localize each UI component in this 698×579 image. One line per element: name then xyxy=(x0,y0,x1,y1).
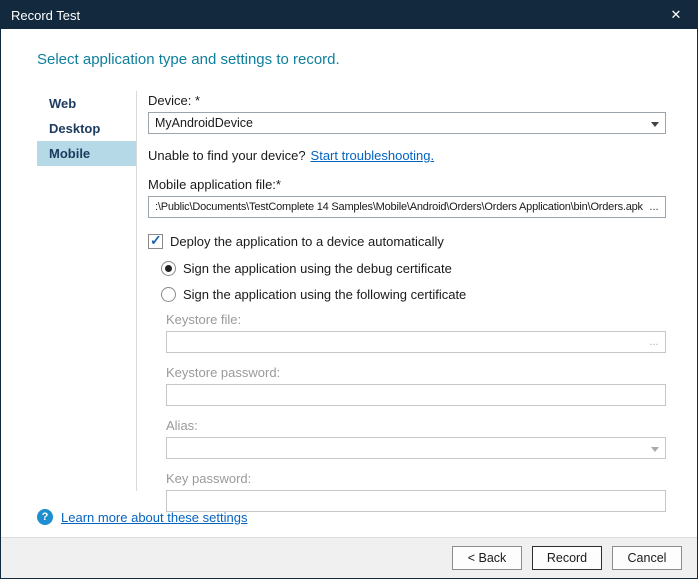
footer-help: ? Learn more about these settings xyxy=(37,509,247,525)
debug-certificate-row: Sign the application using the debug cer… xyxy=(161,261,666,276)
radio-debug-certificate[interactable] xyxy=(161,261,176,276)
help-icon: ? xyxy=(37,509,53,525)
troubleshooting-link[interactable]: Start troubleshooting. xyxy=(311,148,435,163)
radio-following-label: Sign the application using the following… xyxy=(183,287,466,302)
record-test-dialog: Record Test ✕ Select application type an… xyxy=(0,0,698,579)
keystore-password-label: Keystore password: xyxy=(166,365,666,380)
mobile-settings-panel: Device: * MyAndroidDevice Unable to find… xyxy=(148,93,666,512)
keystore-browse-button: ... xyxy=(645,333,663,351)
cancel-button[interactable]: Cancel xyxy=(612,546,682,570)
keystore-password-input xyxy=(166,384,666,406)
vertical-divider xyxy=(136,91,137,491)
alias-label: Alias: xyxy=(166,418,666,433)
device-help-text: Unable to find your device? xyxy=(148,148,306,163)
device-label: Device: * xyxy=(148,93,666,108)
radio-debug-label: Sign the application using the debug cer… xyxy=(183,261,452,276)
radio-following-certificate[interactable] xyxy=(161,287,176,302)
sidebar-item-web[interactable]: Web xyxy=(37,91,136,116)
window-title: Record Test xyxy=(11,8,80,23)
device-value: MyAndroidDevice xyxy=(155,116,253,130)
key-password-label: Key password: xyxy=(166,471,666,486)
page-title: Select application type and settings to … xyxy=(37,51,340,68)
deploy-checkbox[interactable] xyxy=(148,234,163,249)
application-type-list: Web Desktop Mobile xyxy=(37,91,136,166)
learn-more-link[interactable]: Learn more about these settings xyxy=(61,510,247,525)
following-certificate-row: Sign the application using the following… xyxy=(161,287,666,302)
button-bar: < Back Record Cancel xyxy=(1,538,697,578)
browse-button[interactable]: ... xyxy=(645,198,663,216)
chevron-down-icon xyxy=(651,122,659,127)
sidebar-item-desktop[interactable]: Desktop xyxy=(37,116,136,141)
keystore-file-label: Keystore file: xyxy=(166,312,666,327)
app-file-value: :\Public\Documents\TestComplete 14 Sampl… xyxy=(155,201,643,213)
mobile-app-file-input[interactable]: :\Public\Documents\TestComplete 14 Sampl… xyxy=(148,196,666,218)
record-button[interactable]: Record xyxy=(532,546,602,570)
title-bar: Record Test ✕ xyxy=(1,1,697,29)
certificate-settings-group: Keystore file: ... Keystore password: Al… xyxy=(166,312,666,512)
keystore-file-input: ... xyxy=(166,331,666,353)
alias-dropdown xyxy=(166,437,666,459)
deploy-label: Deploy the application to a device autom… xyxy=(170,234,444,249)
chevron-down-icon xyxy=(651,447,659,452)
close-icon[interactable]: ✕ xyxy=(655,1,697,29)
device-dropdown[interactable]: MyAndroidDevice xyxy=(148,112,666,134)
deploy-row: Deploy the application to a device autom… xyxy=(148,234,666,249)
sidebar-item-mobile[interactable]: Mobile xyxy=(37,141,136,166)
app-file-label: Mobile application file:* xyxy=(148,177,666,192)
device-help-row: Unable to find your device? Start troubl… xyxy=(148,148,666,163)
back-button[interactable]: < Back xyxy=(452,546,522,570)
